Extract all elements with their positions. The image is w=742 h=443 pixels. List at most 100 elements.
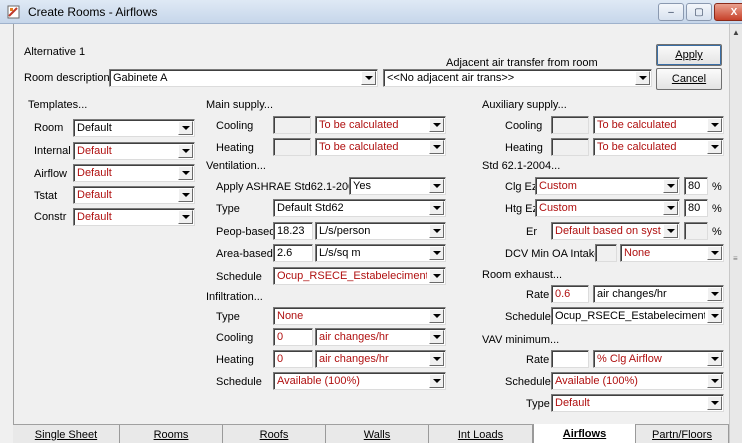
chevron-down-icon[interactable] [429, 179, 444, 193]
cancel-button[interactable]: Cancel [656, 68, 722, 90]
tab-walls[interactable]: Walls [326, 425, 429, 443]
exhaust-rate-unit-combo[interactable]: air changes/hr [593, 285, 724, 303]
chevron-down-icon[interactable] [707, 309, 722, 323]
area-based-input[interactable]: 2.6 [273, 244, 313, 262]
chevron-down-icon[interactable] [707, 396, 722, 410]
vav-rate-input[interactable] [551, 350, 589, 368]
main-supply-cooling-label: Cooling [216, 120, 254, 132]
chevron-down-icon[interactable] [707, 140, 722, 154]
template-internal-combo[interactable]: Default [73, 142, 195, 160]
chevron-down-icon[interactable] [707, 352, 722, 366]
tab-label: Partn/Floors [652, 428, 712, 441]
chevron-down-icon[interactable] [429, 118, 444, 132]
er-combo[interactable]: Default based on system typ [551, 222, 680, 240]
chevron-down-icon[interactable] [429, 201, 444, 215]
chevron-down-icon[interactable] [429, 352, 444, 366]
vav-schedule-combo[interactable]: Available (100%) [551, 372, 724, 390]
template-tstat-combo[interactable]: Default [73, 186, 195, 204]
maximize-button[interactable]: ▢ [686, 3, 712, 21]
infil-type-combo[interactable]: None [273, 307, 446, 325]
room-description-label: Room description [24, 72, 110, 84]
chevron-down-icon[interactable] [429, 246, 444, 260]
tab-airflows[interactable]: Airflows [533, 424, 636, 443]
main-supply-heating-field[interactable] [273, 138, 311, 156]
exhaust-rate-input[interactable]: 0.6 [551, 285, 589, 303]
template-constr-label: Constr [34, 211, 67, 223]
clg-ez-combo[interactable]: Custom [535, 177, 680, 195]
dcv-min-oa-field[interactable] [595, 244, 617, 262]
right-scrollbar[interactable]: ▲ ≡ [729, 24, 742, 443]
aux-heating-combo[interactable]: To be calculated [593, 138, 724, 156]
apply-button[interactable]: Apply [656, 44, 722, 66]
aux-cooling-field[interactable] [551, 116, 589, 134]
tab-roofs[interactable]: Roofs [223, 425, 326, 443]
infil-schedule-combo[interactable]: Available (100%) [273, 372, 446, 390]
adjacent-air-transfer-label: Adjacent air transfer from room [446, 57, 598, 69]
chevron-down-icon[interactable] [707, 287, 722, 301]
chevron-down-icon[interactable] [178, 188, 193, 202]
tab-label: Roofs [259, 428, 289, 441]
minimize-button[interactable]: – [658, 3, 684, 21]
room-description-combo[interactable]: Gabinete A [109, 69, 378, 87]
chevron-down-icon[interactable] [663, 201, 678, 215]
er-pct-input[interactable] [684, 222, 708, 240]
chevron-down-icon[interactable] [663, 224, 678, 238]
template-airflow-combo[interactable]: Default [73, 164, 195, 182]
chevron-down-icon[interactable] [429, 269, 444, 283]
apply-ashrae-combo[interactable]: Yes [349, 177, 446, 195]
vent-type-label: Type [216, 203, 240, 215]
infil-heating-unit-combo[interactable]: air changes/hr [315, 350, 446, 368]
infil-heating-input[interactable]: 0 [273, 350, 313, 368]
chevron-down-icon[interactable] [361, 71, 376, 85]
tab-single-sheet[interactable]: Single Sheet [13, 425, 120, 443]
chevron-down-icon[interactable] [429, 309, 444, 323]
chevron-down-icon[interactable] [663, 179, 678, 193]
chevron-down-icon[interactable] [707, 374, 722, 388]
chevron-down-icon[interactable] [429, 224, 444, 238]
scroll-grip-icon[interactable]: ≡ [733, 254, 738, 263]
template-constr-combo[interactable]: Default [73, 208, 195, 226]
peop-based-input[interactable]: 18.23 [273, 222, 313, 240]
chevron-down-icon[interactable] [178, 166, 193, 180]
tab-int-loads[interactable]: Int Loads [429, 425, 533, 443]
chevron-down-icon[interactable] [178, 210, 193, 224]
peop-unit-combo[interactable]: L/s/person [315, 222, 446, 240]
htg-ez-combo[interactable]: Custom [535, 199, 680, 217]
main-supply-heating-combo[interactable]: To be calculated [315, 138, 446, 156]
aux-heating-field[interactable] [551, 138, 589, 156]
chevron-down-icon[interactable] [707, 118, 722, 132]
chevron-down-icon[interactable] [429, 330, 444, 344]
vav-rate-unit-combo[interactable]: % Clg Airflow [593, 350, 724, 368]
chevron-down-icon[interactable] [707, 246, 722, 260]
exhaust-rate-unit-value: air changes/hr [597, 288, 667, 300]
template-room-combo[interactable]: Default [73, 119, 195, 137]
vav-type-combo[interactable]: Default [551, 394, 724, 412]
main-supply-cooling-combo[interactable]: To be calculated [315, 116, 446, 134]
chevron-down-icon[interactable] [635, 71, 650, 85]
main-supply-cooling-field[interactable] [273, 116, 311, 134]
adjacent-room-combo[interactable]: <<No adjacent air trans>> [383, 69, 652, 87]
clg-ez-pct-input[interactable]: 80 [684, 177, 708, 195]
aux-cooling-combo[interactable]: To be calculated [593, 116, 724, 134]
chevron-down-icon[interactable] [429, 374, 444, 388]
area-based-label: Area-based [216, 248, 273, 260]
infil-cooling-input[interactable]: 0 [273, 328, 313, 346]
area-unit-combo[interactable]: L/s/sq m [315, 244, 446, 262]
chevron-down-icon[interactable] [429, 140, 444, 154]
vent-schedule-combo[interactable]: Ocup_RSECE_Estabelecimentos E [273, 267, 446, 285]
infil-cooling-unit-combo[interactable]: air changes/hr [315, 328, 446, 346]
vent-type-combo[interactable]: Default Std62 [273, 199, 446, 217]
tab-rooms[interactable]: Rooms [120, 425, 223, 443]
scroll-up-icon[interactable]: ▲ [732, 28, 740, 37]
er-unit: % [712, 226, 722, 238]
htg-ez-pct-input[interactable]: 80 [684, 199, 708, 217]
title-bar[interactable]: Create Rooms - Airflows – ▢ X [0, 0, 742, 24]
main-supply-heading: Main supply... [206, 99, 274, 111]
chevron-down-icon[interactable] [178, 144, 193, 158]
exhaust-schedule-combo[interactable]: Ocup_RSECE_Estabelecimentos E [551, 307, 724, 325]
dcv-min-oa-combo[interactable]: None [620, 244, 724, 262]
htg-ez-unit: % [712, 203, 722, 215]
chevron-down-icon[interactable] [178, 121, 193, 135]
tab-partn-floors[interactable]: Partn/Floors [636, 425, 729, 443]
close-button[interactable]: X [714, 3, 742, 21]
